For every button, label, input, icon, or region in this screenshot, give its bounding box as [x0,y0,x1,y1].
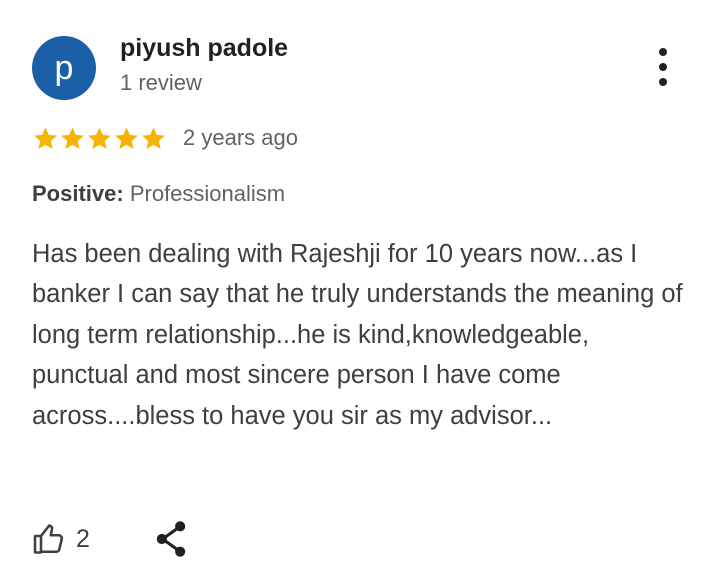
star-icon [61,126,84,149]
star-icon [142,126,165,149]
like-button[interactable]: 2 [32,521,90,557]
reviewer-review-count: 1 review [120,70,202,95]
avatar[interactable]: p [32,36,96,100]
attribute-label: Positive: [32,181,124,206]
more-options-button[interactable] [646,46,680,88]
star-icon [115,126,138,149]
reviewer-name[interactable]: piyush padole [120,34,288,63]
review-text: Has been dealing with Rajeshji for 10 ye… [32,240,683,430]
avatar-initial: p [54,49,74,87]
thumb-up-icon [33,524,64,554]
like-count: 2 [76,524,90,553]
star-rating [32,125,167,152]
rating-row: 2 years ago [32,122,298,154]
star-icon [34,126,57,149]
action-bar: 2 [32,518,188,560]
share-icon [156,521,186,557]
more-vert-icon [659,48,667,56]
attribute-value: Professionalism [129,181,286,206]
review-attribute: Positive: Professionalism [32,181,285,207]
review-date: 2 years ago [183,125,298,150]
share-button[interactable] [154,520,188,558]
star-icon [88,126,111,149]
